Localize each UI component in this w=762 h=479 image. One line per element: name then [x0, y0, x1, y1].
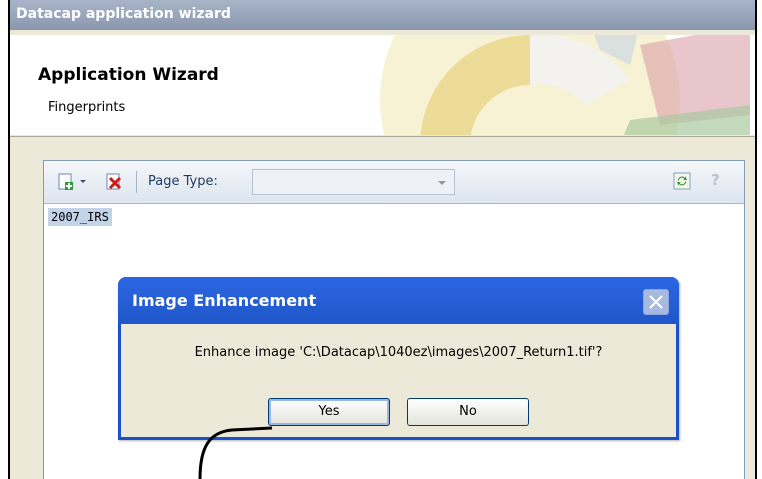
- close-icon: [649, 295, 663, 309]
- header-logo-graphic: [380, 35, 750, 135]
- wizard-subheading: Fingerprints: [48, 100, 126, 115]
- dialog-title: Image Enhancement: [132, 291, 317, 310]
- refresh-icon[interactable]: [672, 171, 692, 191]
- dialog-body: Enhance image 'C:\Datacap\1040ez\images\…: [121, 324, 676, 437]
- close-button[interactable]: [643, 289, 669, 315]
- dialog-title-bar[interactable]: Image Enhancement: [118, 277, 679, 324]
- page-type-select[interactable]: [252, 169, 455, 195]
- add-page-icon[interactable]: [56, 172, 76, 192]
- toolbar: Page Type: ?: [44, 161, 744, 204]
- header-divider: [10, 136, 755, 137]
- window-title: Datacap application wizard: [16, 6, 231, 22]
- delete-icon[interactable]: [104, 172, 124, 192]
- yes-button[interactable]: Yes: [268, 398, 390, 426]
- chevron-down-icon: [438, 181, 446, 185]
- toolbar-separator: [136, 171, 137, 193]
- help-icon[interactable]: ?: [711, 171, 720, 189]
- page-type-label: Page Type:: [148, 174, 218, 189]
- no-button[interactable]: No: [407, 398, 529, 426]
- dialog-message: Enhance image 'C:\Datacap\1040ez\images\…: [194, 345, 603, 360]
- wizard-header: Application Wizard Fingerprints: [10, 35, 755, 135]
- wizard-heading: Application Wizard: [38, 65, 219, 85]
- list-item[interactable]: 2007_IRS: [48, 208, 112, 226]
- title-bar[interactable]: Datacap application wizard: [10, 0, 755, 30]
- image-enhancement-dialog: Image Enhancement Enhance image 'C:\Data…: [118, 277, 679, 440]
- chevron-down-icon[interactable]: [78, 172, 88, 192]
